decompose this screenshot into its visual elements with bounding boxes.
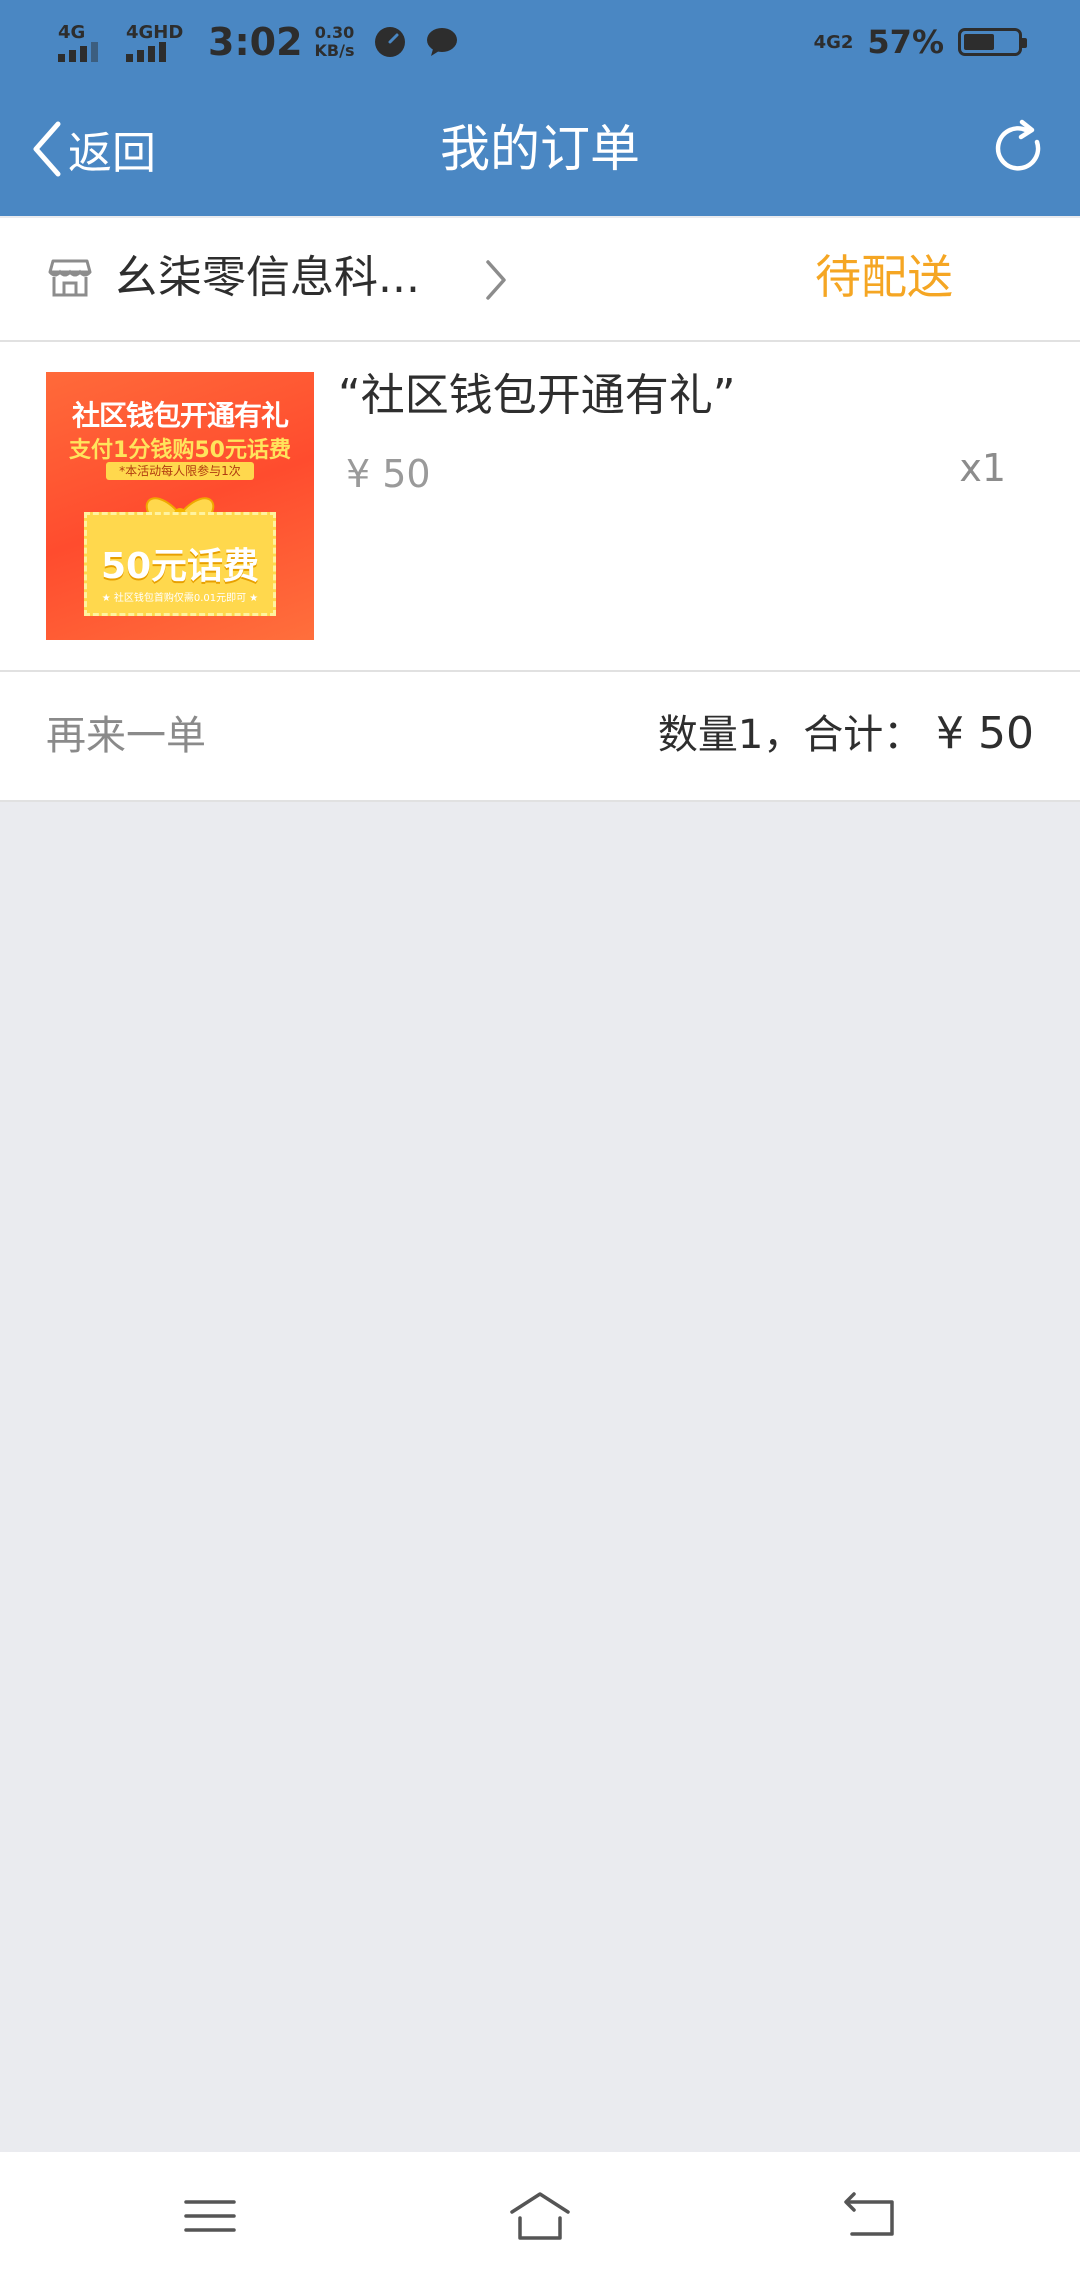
summary-label: 数量1，合计： [657,712,924,758]
shop-row[interactable]: 幺柒零信息科... 待配送 [0,218,1080,342]
nav-bar: 返回 我的订单 [0,82,1080,216]
image-headline: 社区钱包开通有礼 [71,399,289,432]
image-small-text: ★ 社区钱包首购仅需0.01元即可 ★ [101,593,259,604]
product-title: “社区钱包开通有礼” [338,370,736,421]
image-big-text: 50元话费 [100,546,260,587]
image-note: *本活动每人限参与1次 [106,462,254,480]
system-nav-bar [0,2152,1080,2280]
status-left: 4G 4GHD 3:02 0.30 KB/s [58,16,459,68]
product-image: 社区钱包开通有礼 支付1分钱购50元话费 *本活动每人限参与1次 50元话费 ★… [46,372,314,640]
refresh-icon[interactable] [990,118,1050,178]
page-title: 我的订单 [440,120,640,178]
network-type: 4G2 [813,31,854,53]
signal-sim2-icon: 4GHD [126,18,184,66]
shop-name: 幺柒零信息科... [114,252,420,303]
total-amount: ¥ 50 [936,708,1034,759]
speed-value: 0.30 [314,23,355,42]
store-icon [48,259,92,297]
battery-percent: 57% [867,23,944,61]
status-bar: 4G 4GHD 3:02 0.30 KB/s 4G2 57% [0,0,1080,82]
speed-unit: KB/s [314,41,355,60]
battery-icon [958,28,1027,56]
sim2-label: 4GHD [126,22,184,43]
chevron-right-icon [486,260,506,300]
gift-box: 50元话费 ★ 社区钱包首购仅需0.01元即可 ★ [84,512,276,616]
back-nav-icon[interactable] [838,2186,902,2246]
product-item[interactable]: 社区钱包开通有礼 支付1分钱购50元话费 *本活动每人限参与1次 50元话费 ★… [0,342,1080,672]
order-summary-row: 再来一单 数量1，合计： ¥ 50 [0,672,1080,802]
image-subline: 支付1分钱购50元话费 [69,438,291,463]
order-status-label: 待配送 [815,250,953,304]
message-icon [426,28,457,56]
clock: 3:02 [208,20,303,64]
product-price: ¥ 50 [346,452,431,496]
product-quantity: x1 [959,446,1006,490]
menu-icon[interactable] [178,2186,242,2246]
status-right: 4G2 57% [813,16,1027,68]
network-speed: 0.30 KB/s [315,24,355,60]
order-total: 数量1，合计： ¥ 50 [658,706,1034,763]
home-icon[interactable] [508,2186,572,2246]
sim1-label: 4G [58,22,86,43]
signal-sim1-icon: 4G [58,18,116,66]
reorder-button[interactable]: 再来一单 [46,708,206,764]
speedometer-icon [374,27,405,57]
